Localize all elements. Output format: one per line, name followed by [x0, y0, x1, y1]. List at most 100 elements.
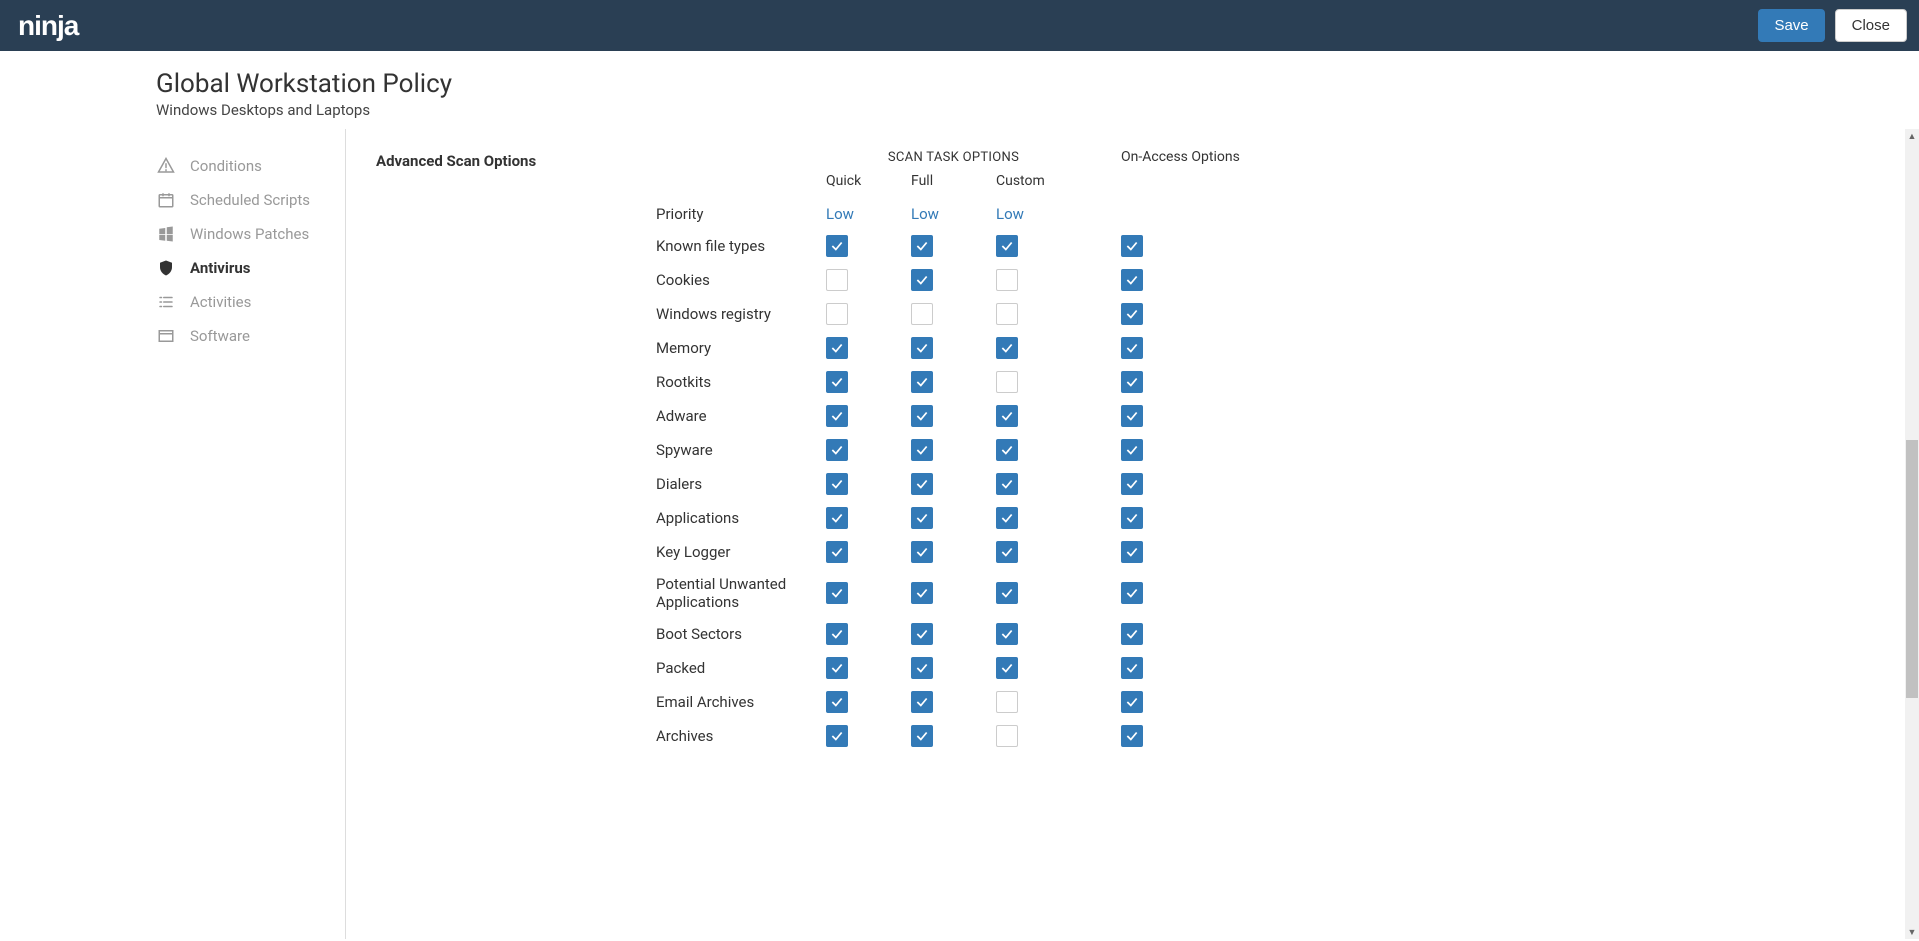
checkbox-quick-2[interactable] [826, 303, 848, 325]
checkbox-full-1[interactable] [911, 269, 933, 291]
scroll-down-arrow-icon[interactable]: ▼ [1905, 925, 1919, 939]
option-row-label: Boot Sectors [656, 619, 826, 649]
option-row-label: Potential Unwanted Applications [656, 569, 826, 617]
checkbox-quick-14[interactable] [826, 725, 848, 747]
checkbox-quick-6[interactable] [826, 439, 848, 461]
checkbox-custom-6[interactable] [996, 439, 1018, 461]
brand-logo: ninja [18, 10, 78, 42]
checkbox-custom-9[interactable] [996, 541, 1018, 563]
sidebar-item-label: Windows Patches [190, 225, 309, 243]
scan-task-options-header: SCAN TASK OPTIONS [826, 150, 1081, 173]
checkbox-quick-7[interactable] [826, 473, 848, 495]
checkbox-quick-1[interactable] [826, 269, 848, 291]
checkbox-custom-3[interactable] [996, 337, 1018, 359]
sidebar-item-activities[interactable]: Activities [150, 285, 345, 319]
checkbox-onaccess-12[interactable] [1121, 657, 1143, 679]
checkbox-full-13[interactable] [911, 691, 933, 713]
checkbox-custom-0[interactable] [996, 235, 1018, 257]
checkbox-full-7[interactable] [911, 473, 933, 495]
checkbox-custom-14[interactable] [996, 725, 1018, 747]
checkbox-full-3[interactable] [911, 337, 933, 359]
sidebar-item-conditions[interactable]: Conditions [150, 149, 345, 183]
checkbox-quick-12[interactable] [826, 657, 848, 679]
checkbox-onaccess-13[interactable] [1121, 691, 1143, 713]
checkbox-full-5[interactable] [911, 405, 933, 427]
checkbox-full-2[interactable] [911, 303, 933, 325]
scroll-track[interactable] [1905, 143, 1919, 925]
scroll-up-arrow-icon[interactable]: ▲ [1905, 129, 1919, 143]
checkbox-onaccess-1[interactable] [1121, 269, 1143, 291]
close-button[interactable]: Close [1835, 9, 1907, 42]
column-quick-header: Quick [826, 173, 911, 199]
checkbox-custom-13[interactable] [996, 691, 1018, 713]
checkbox-quick-5[interactable] [826, 405, 848, 427]
priority-custom-value[interactable]: Low [996, 205, 1024, 223]
save-button[interactable]: Save [1758, 9, 1824, 42]
checkbox-quick-4[interactable] [826, 371, 848, 393]
sidebar-item-antivirus[interactable]: Antivirus [150, 251, 345, 285]
checkbox-quick-11[interactable] [826, 623, 848, 645]
topbar-actions: Save Close [1758, 9, 1907, 42]
sidebar-item-scheduled-scripts[interactable]: Scheduled Scripts [150, 183, 345, 217]
checkbox-custom-12[interactable] [996, 657, 1018, 679]
checkbox-quick-0[interactable] [826, 235, 848, 257]
window-icon [156, 327, 176, 345]
scroll-area[interactable]: Advanced Scan Options SCAN TASK OPTIONS … [346, 129, 1905, 939]
checkbox-onaccess-10[interactable] [1121, 582, 1143, 604]
checkbox-onaccess-4[interactable] [1121, 371, 1143, 393]
checkbox-custom-4[interactable] [996, 371, 1018, 393]
option-row-label: Applications [656, 503, 826, 533]
checkbox-full-11[interactable] [911, 623, 933, 645]
checkbox-full-4[interactable] [911, 371, 933, 393]
checkbox-onaccess-3[interactable] [1121, 337, 1143, 359]
checkbox-onaccess-5[interactable] [1121, 405, 1143, 427]
checkbox-full-6[interactable] [911, 439, 933, 461]
checkbox-custom-2[interactable] [996, 303, 1018, 325]
checkbox-full-9[interactable] [911, 541, 933, 563]
checkbox-quick-3[interactable] [826, 337, 848, 359]
sidebar-item-label: Software [190, 327, 250, 345]
option-row-label: Key Logger [656, 537, 826, 567]
checkbox-onaccess-8[interactable] [1121, 507, 1143, 529]
checkbox-onaccess-14[interactable] [1121, 725, 1143, 747]
checkbox-full-8[interactable] [911, 507, 933, 529]
windows-icon [156, 225, 176, 243]
option-row-label: Adware [656, 401, 826, 431]
checkbox-quick-10[interactable] [826, 582, 848, 604]
column-full-header: Full [911, 173, 996, 199]
sidebar-item-windows-patches[interactable]: Windows Patches [150, 217, 345, 251]
page-subtitle: Windows Desktops and Laptops [156, 101, 1919, 119]
checkbox-onaccess-11[interactable] [1121, 623, 1143, 645]
calendar-icon [156, 191, 176, 209]
checkbox-full-14[interactable] [911, 725, 933, 747]
checkbox-full-10[interactable] [911, 582, 933, 604]
option-row-label: Cookies [656, 265, 826, 295]
checkbox-custom-10[interactable] [996, 582, 1018, 604]
checkbox-custom-8[interactable] [996, 507, 1018, 529]
option-row-label: Spyware [656, 435, 826, 465]
checkbox-quick-13[interactable] [826, 691, 848, 713]
checkbox-custom-11[interactable] [996, 623, 1018, 645]
checkbox-custom-1[interactable] [996, 269, 1018, 291]
priority-row-label: Priority [656, 199, 826, 229]
list-icon [156, 293, 176, 311]
checkbox-onaccess-2[interactable] [1121, 303, 1143, 325]
sidebar-item-label: Antivirus [190, 259, 250, 277]
column-custom-header: Custom [996, 173, 1081, 199]
checkbox-custom-5[interactable] [996, 405, 1018, 427]
checkbox-onaccess-7[interactable] [1121, 473, 1143, 495]
checkbox-full-0[interactable] [911, 235, 933, 257]
checkbox-quick-8[interactable] [826, 507, 848, 529]
sidebar-item-software[interactable]: Software [150, 319, 345, 353]
checkbox-onaccess-6[interactable] [1121, 439, 1143, 461]
checkbox-quick-9[interactable] [826, 541, 848, 563]
checkbox-custom-7[interactable] [996, 473, 1018, 495]
checkbox-onaccess-0[interactable] [1121, 235, 1143, 257]
scroll-thumb[interactable] [1906, 440, 1918, 698]
vertical-scrollbar[interactable]: ▲ ▼ [1905, 129, 1919, 939]
content-area: Advanced Scan Options SCAN TASK OPTIONS … [346, 129, 1919, 939]
priority-quick-value[interactable]: Low [826, 205, 854, 223]
checkbox-full-12[interactable] [911, 657, 933, 679]
priority-full-value[interactable]: Low [911, 205, 939, 223]
checkbox-onaccess-9[interactable] [1121, 541, 1143, 563]
